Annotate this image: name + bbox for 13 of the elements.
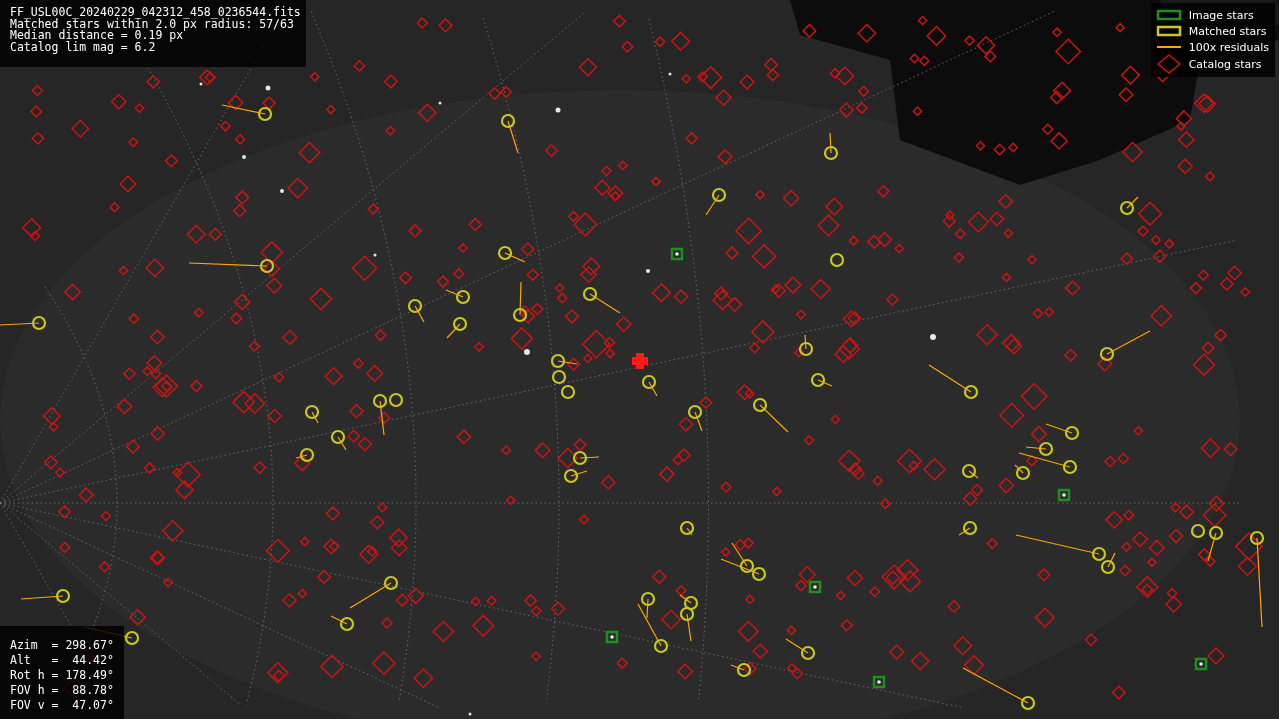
info-line: Matched stars within 2.0 px radius: 57/63 — [10, 18, 294, 30]
info-line: Rot h = 178.49° — [10, 668, 114, 683]
info-line: FOV v = 47.07° — [10, 698, 114, 713]
info-line: Catalog lim mag = 6.2 — [10, 41, 157, 53]
info-line: Azim = 298.67° — [10, 638, 114, 653]
center-cross-icon — [632, 353, 648, 369]
legend-label: Image stars — [1188, 8, 1254, 22]
legend-label: Catalog stars — [1188, 57, 1262, 71]
info-line: Alt = 44.42° — [10, 653, 114, 668]
info-line: FOV h = 88.78° — [10, 683, 114, 698]
info-line: Median distance = 0.19 px — [10, 30, 184, 42]
legend-label: 100x residuals — [1188, 40, 1269, 54]
legend-label: Matched stars — [1188, 24, 1267, 38]
